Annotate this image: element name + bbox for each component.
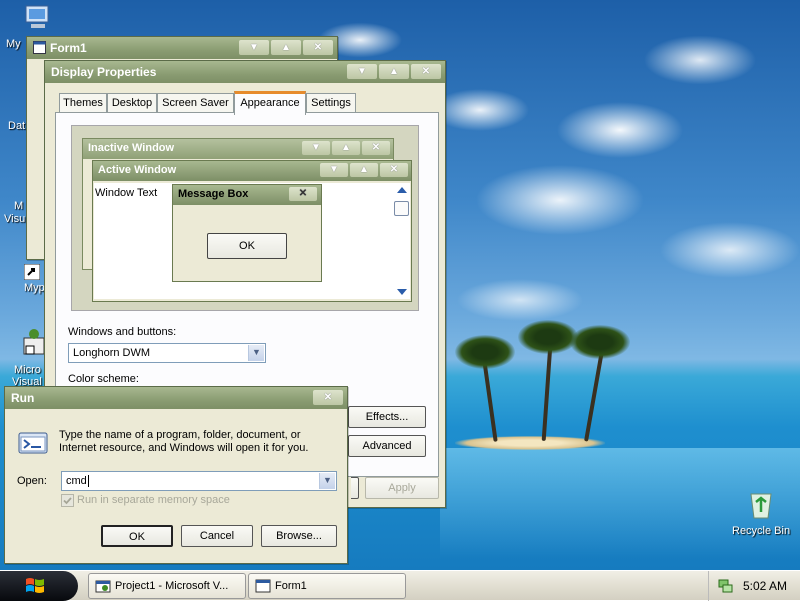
run-icon	[18, 432, 48, 454]
display-properties-titlebar[interactable]: Display Properties ▼ ▲ ✕	[45, 61, 445, 83]
desktop-icon-recycle-bin[interactable]	[746, 488, 776, 523]
tab-screen-saver[interactable]: Screen Saver	[157, 93, 234, 113]
close-button[interactable]: ✕	[411, 64, 441, 79]
computer-icon	[25, 5, 49, 28]
apply-button[interactable]: Apply	[365, 477, 439, 499]
taskbar-item-label: Form1	[275, 580, 307, 592]
open-label: Open:	[17, 475, 47, 487]
recycle-bin-label: Recycle Bin	[732, 525, 791, 537]
tab-themes[interactable]: Themes	[59, 93, 107, 113]
advanced-button[interactable]: Advanced	[348, 435, 426, 457]
windows-logo-icon	[26, 578, 44, 593]
maximize-button[interactable]: ▲	[379, 64, 409, 79]
checkmark-icon	[63, 497, 72, 505]
network-icon[interactable]	[717, 578, 733, 594]
cancel-button-edge[interactable]	[351, 477, 359, 499]
tab-desktop[interactable]: Desktop	[107, 93, 157, 113]
palm-leaves	[455, 335, 515, 369]
minimize-button[interactable]: ▼	[347, 64, 377, 79]
separate-memory-checkbox[interactable]	[61, 494, 74, 507]
chevron-down-icon[interactable]: ▼	[319, 473, 335, 489]
browse-button[interactable]: Browse...	[261, 525, 337, 547]
palm-leaves	[518, 320, 578, 354]
run-titlebar[interactable]: Run ✕	[5, 387, 347, 409]
display-properties-title: Display Properties	[51, 65, 157, 79]
shortcut-icon	[23, 263, 41, 281]
desktop-icon-label: Micro	[14, 364, 41, 376]
minimize-button[interactable]: ▼	[239, 40, 269, 55]
close-icon: ✕	[380, 163, 408, 177]
taskbar-item-label: Project1 - Microsoft V...	[115, 580, 229, 592]
close-icon: ✕	[289, 187, 317, 201]
open-value: cmd	[66, 475, 87, 487]
recycle-bin-icon	[750, 493, 772, 519]
desktop-icon-label: Dat	[8, 120, 26, 132]
color-scheme-label: Color scheme:	[68, 373, 139, 385]
desktop-icon-label: Visu	[4, 213, 26, 225]
close-button[interactable]: ✕	[313, 390, 343, 405]
visual-basic-icon	[95, 580, 111, 593]
tab-settings[interactable]: Settings	[306, 93, 356, 113]
ok-button[interactable]: OK	[101, 525, 173, 547]
maximize-icon: ▲	[350, 163, 378, 177]
wallpaper-island	[455, 436, 605, 450]
scroll-thumb	[394, 201, 409, 216]
preview-message-titlebar: Message Box ✕	[173, 185, 321, 205]
desktop-icon-label: Myp	[24, 282, 45, 294]
maximize-button[interactable]: ▲	[271, 40, 301, 55]
preview-inactive-titlebar: Inactive Window ▼ ▲ ✕	[83, 139, 393, 159]
start-button[interactable]	[0, 571, 78, 601]
preview-message-box: Message Box ✕ OK	[172, 184, 322, 282]
form-icon	[255, 579, 271, 593]
appearance-preview: Inactive Window ▼ ▲ ✕ Active Window ▼ ▲ …	[71, 125, 419, 311]
open-input[interactable]: cmd ▼	[61, 471, 337, 491]
preview-window-text: Window Text	[95, 187, 158, 199]
minimize-icon: ▼	[302, 141, 330, 155]
windows-buttons-select[interactable]: Longhorn DWM ▼	[68, 343, 266, 363]
preview-scrollbar	[393, 183, 410, 299]
chevron-down-icon[interactable]: ▼	[248, 345, 264, 361]
desktop-icon-my-computer[interactable]	[22, 2, 54, 37]
form1-title: Form1	[50, 41, 87, 55]
taskbar: Project1 - Microsoft V... Form1 5:02 AM	[0, 570, 800, 601]
minimize-icon: ▼	[320, 163, 348, 177]
preview-message-title: Message Box	[178, 188, 249, 200]
preview-inactive-title: Inactive Window	[88, 142, 175, 154]
cancel-button[interactable]: Cancel	[181, 525, 253, 547]
clock[interactable]: 5:02 AM	[743, 579, 787, 593]
windows-buttons-value: Longhorn DWM	[73, 347, 151, 359]
separate-memory-label: Run in separate memory space	[77, 494, 230, 506]
form-icon	[33, 41, 46, 54]
system-tray: 5:02 AM	[708, 571, 800, 601]
preview-active-titlebar: Active Window ▼ ▲ ✕	[93, 161, 411, 181]
scroll-up-icon	[397, 187, 407, 193]
palm-leaves	[570, 325, 630, 359]
run-description: Type the name of a program, folder, docu…	[59, 429, 309, 454]
preview-ok-button: OK	[207, 233, 287, 259]
run-dialog[interactable]: Run ✕ Type the name of a program, folder…	[4, 386, 348, 564]
form1-titlebar[interactable]: Form1 ▼ ▲ ✕	[27, 37, 337, 59]
close-icon: ✕	[362, 141, 390, 155]
taskbar-item-form1[interactable]: Form1	[248, 573, 406, 599]
effects-button[interactable]: Effects...	[348, 406, 426, 428]
scroll-down-icon	[397, 289, 407, 295]
desktop-icon-label: My	[6, 38, 21, 50]
desktop-icon-label: M	[14, 200, 24, 212]
run-title: Run	[11, 391, 35, 405]
preview-active-title: Active Window	[98, 164, 177, 176]
text-cursor	[87, 475, 89, 487]
close-button[interactable]: ✕	[303, 40, 333, 55]
windows-buttons-label: Windows and buttons:	[68, 326, 177, 338]
tab-appearance[interactable]: Appearance	[234, 91, 306, 115]
desktop-icon-shortcut[interactable]	[23, 263, 41, 283]
maximize-icon: ▲	[332, 141, 360, 155]
taskbar-item-project1[interactable]: Project1 - Microsoft V...	[88, 573, 246, 599]
